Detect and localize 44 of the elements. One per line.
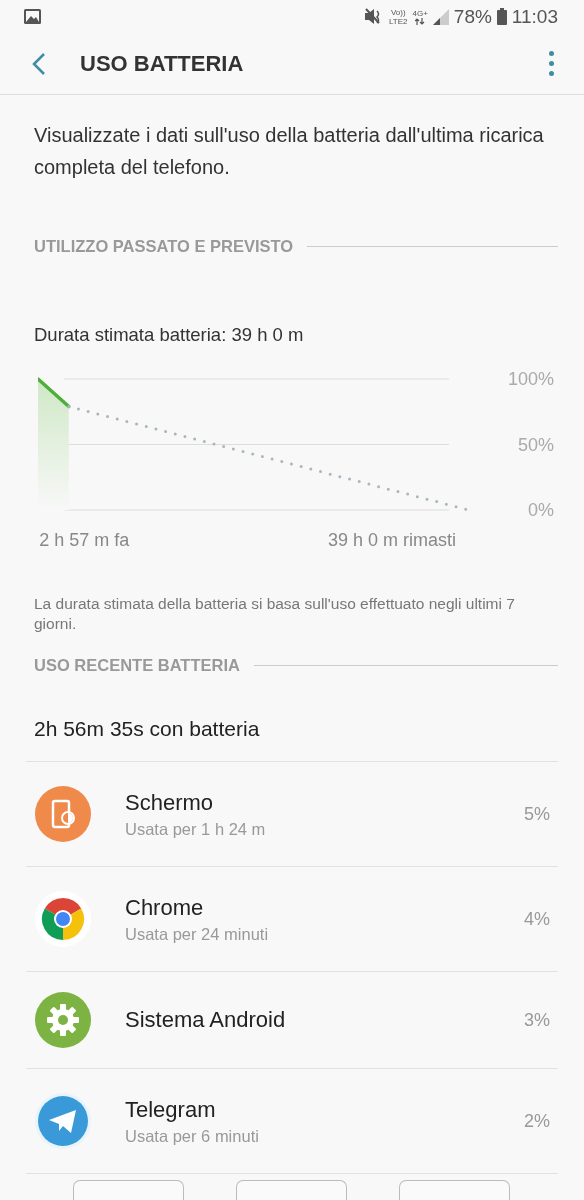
image-icon [24,9,41,25]
app-name: Schermo [125,789,215,816]
screen-brightness-icon [34,785,92,843]
bottom-button[interactable] [236,1180,347,1200]
axis-label: 0% [528,500,554,520]
usage-time: Usata per 6 minuti [125,1126,259,1146]
axis-label: 100% [507,369,554,389]
usage-percent: 5% [524,803,551,825]
section-title: UTILIZZO PASSATO E PREVISTO [34,237,294,256]
usage-time: Usata per 1 h 24 m [125,819,266,839]
battery-icon [496,8,507,26]
page-title: USO BATTERIA [80,50,244,77]
app-name: Chrome [125,894,205,921]
axis-label: 39 h 0 m rimasti [328,530,457,550]
browser-icon [34,890,92,948]
note-text: La durata stimata della batteria si basa sull'uso effettuato negli ultimi 7 giorni. [34,594,516,634]
estimate-text: Durata stimata batteria: 39 h 0 m [34,324,305,346]
volte-label: LTE2 [388,16,408,26]
paper-plane-icon [34,1092,92,1150]
usage-time: Usata per 24 minuti [125,924,269,944]
app-name: Sistema Android [125,1007,286,1033]
section-title: USO RECENTE BATTERIA [34,656,240,675]
usage-summary: 2h 56m 35s con batteria [26,717,558,762]
usage-percent: 4% [524,908,551,930]
usage-percent: 3% [524,1009,551,1031]
axis-label: 50% [517,434,554,455]
gear-icon [34,991,92,1049]
signal-icon [432,8,449,25]
app-row[interactable]: Sistema Android 3% [26,972,558,1069]
history-line [38,377,71,409]
axis-label: 2 h 57 m fa [39,530,130,550]
description-text: Visualizzate i dati sull'uso della batteria dall'ultima ricarica completa del telefono. [34,123,545,180]
battery-percent: 78% [453,5,492,28]
volte-label: Vo)) [390,7,406,17]
bottom-button[interactable] [73,1180,184,1200]
usage-percent: 2% [524,1110,551,1132]
clock: 11:03 [511,5,558,28]
bottom-button[interactable] [399,1180,510,1200]
app-row[interactable]: Telegram Usata per 6 minuti 2% [26,1069,558,1174]
data-arrows-icon [415,17,426,25]
app-name: Telegram [125,1096,217,1123]
app-row[interactable]: Schermo Usata per 1 h 24 m 5% [26,762,558,867]
app-row[interactable]: Chrome Usata per 24 minuti 4% [26,867,558,972]
network-label: 4G+ [412,8,428,18]
